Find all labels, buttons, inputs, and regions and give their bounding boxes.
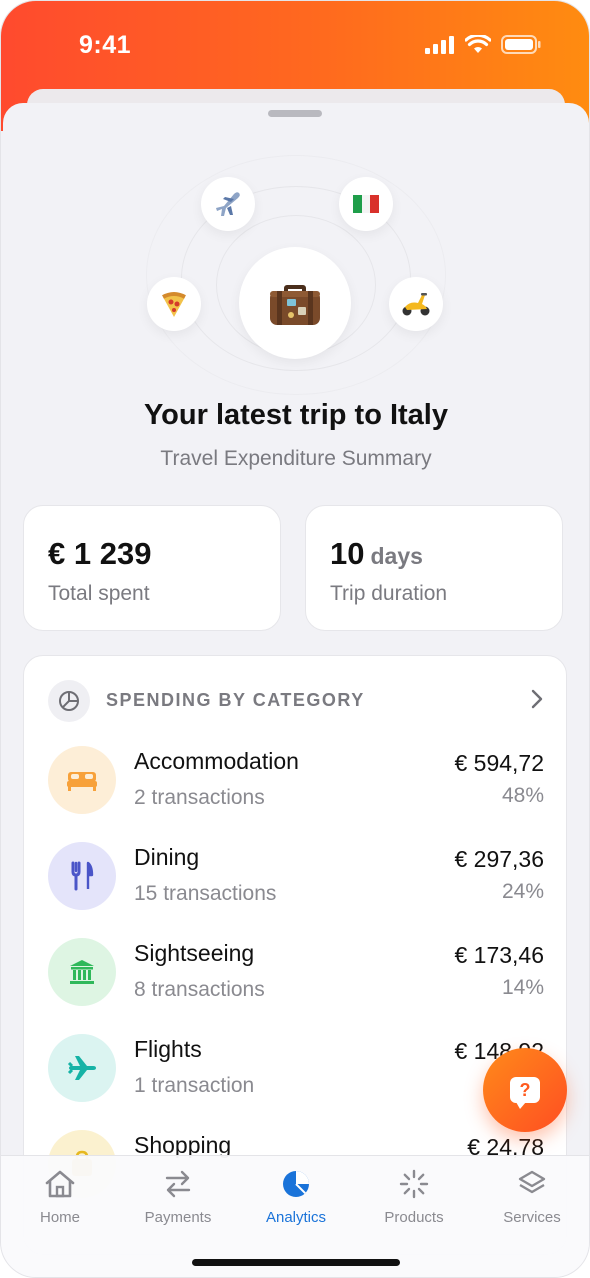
category-name: Accommodation xyxy=(134,748,299,774)
category-amount: € 173,46 xyxy=(454,942,544,968)
pie-chart-icon xyxy=(48,680,90,722)
trip-hero xyxy=(1,151,589,401)
tab-services[interactable]: Services xyxy=(473,1156,589,1236)
layers-icon xyxy=(513,1166,551,1202)
loader-icon xyxy=(395,1166,433,1202)
help-chat-icon: ? xyxy=(510,1077,540,1109)
tab-home[interactable]: Home xyxy=(1,1156,119,1236)
trip-duration-unit: days xyxy=(370,543,423,569)
total-spent-label: Total spent xyxy=(48,582,150,605)
airplane-icon xyxy=(48,1034,116,1102)
house-icon xyxy=(41,1166,79,1202)
tab-label: Home xyxy=(39,1209,80,1226)
italian-flag-icon xyxy=(339,177,393,231)
wifi-icon xyxy=(465,35,491,53)
home-indicator xyxy=(192,1259,400,1266)
category-transactions: 1 transaction xyxy=(134,1074,255,1097)
category-row-sightseeing[interactable]: Sightseeing 8 transactions € 173,46 14% xyxy=(48,938,544,1014)
category-transactions: 2 transactions xyxy=(134,786,265,809)
total-spent-value: € 1 239 xyxy=(48,536,152,571)
tab-label: Analytics xyxy=(265,1209,327,1226)
category-row-flights[interactable]: Flights 1 transaction € 148,92 xyxy=(48,1034,544,1110)
tab-label: Payments xyxy=(144,1209,212,1226)
total-spent-card[interactable]: € 1 239 Total spent xyxy=(23,505,281,631)
battery-icon xyxy=(501,35,541,54)
tab-payments[interactable]: Payments xyxy=(119,1156,237,1236)
sheet-grabber[interactable] xyxy=(268,110,322,117)
trip-title: Your latest trip to Italy xyxy=(143,399,448,431)
trip-duration-value: 10 days xyxy=(330,536,423,571)
help-button[interactable]: ? xyxy=(483,1048,567,1132)
spending-by-category-title: SPENDING BY CATEGORY xyxy=(106,690,365,710)
cellular-signal-icon xyxy=(425,35,454,54)
fork-knife-icon xyxy=(48,842,116,910)
category-percentage: 48% xyxy=(501,784,544,807)
phone-screen: 9:41 Your latest trip to Italy Travel Ex… xyxy=(0,0,590,1278)
category-row-dining[interactable]: Dining 15 transactions € 297,36 24% xyxy=(48,842,544,918)
category-amount: € 594,72 xyxy=(454,750,544,776)
trip-subtitle: Travel Expenditure Summary xyxy=(160,447,432,470)
museum-icon xyxy=(48,938,116,1006)
trip-duration-label: Trip duration xyxy=(330,582,448,605)
scooter-icon xyxy=(389,277,443,331)
category-name: Flights xyxy=(134,1036,202,1062)
category-name: Dining xyxy=(134,844,200,870)
tab-label: Services xyxy=(503,1209,561,1226)
trip-duration-card[interactable]: 10 days Trip duration xyxy=(305,505,563,631)
airplane-icon xyxy=(201,177,255,231)
category-amount: € 297,36 xyxy=(454,846,544,872)
pie-chart-icon xyxy=(277,1166,315,1202)
category-row-accommodation[interactable]: Accommodation 2 transactions € 594,72 48… xyxy=(48,746,544,822)
tab-products[interactable]: Products xyxy=(355,1156,473,1236)
category-percentage: 24% xyxy=(501,880,544,903)
suitcase-icon xyxy=(239,247,351,359)
status-icons xyxy=(425,35,541,54)
category-percentage: 14% xyxy=(501,976,544,999)
category-name: Sightseeing xyxy=(134,940,255,966)
pizza-icon xyxy=(147,277,201,331)
category-transactions: 15 transactions xyxy=(134,882,277,905)
bed-icon xyxy=(48,746,116,814)
spending-by-category-header[interactable]: SPENDING BY CATEGORY xyxy=(48,680,544,724)
tab-label: Products xyxy=(384,1209,444,1226)
category-transactions: 8 transactions xyxy=(134,978,265,1001)
chevron-right-icon[interactable] xyxy=(530,688,544,715)
transfer-arrows-icon xyxy=(159,1166,197,1202)
status-time: 9:41 xyxy=(79,31,132,59)
tab-analytics[interactable]: Analytics xyxy=(237,1156,355,1236)
